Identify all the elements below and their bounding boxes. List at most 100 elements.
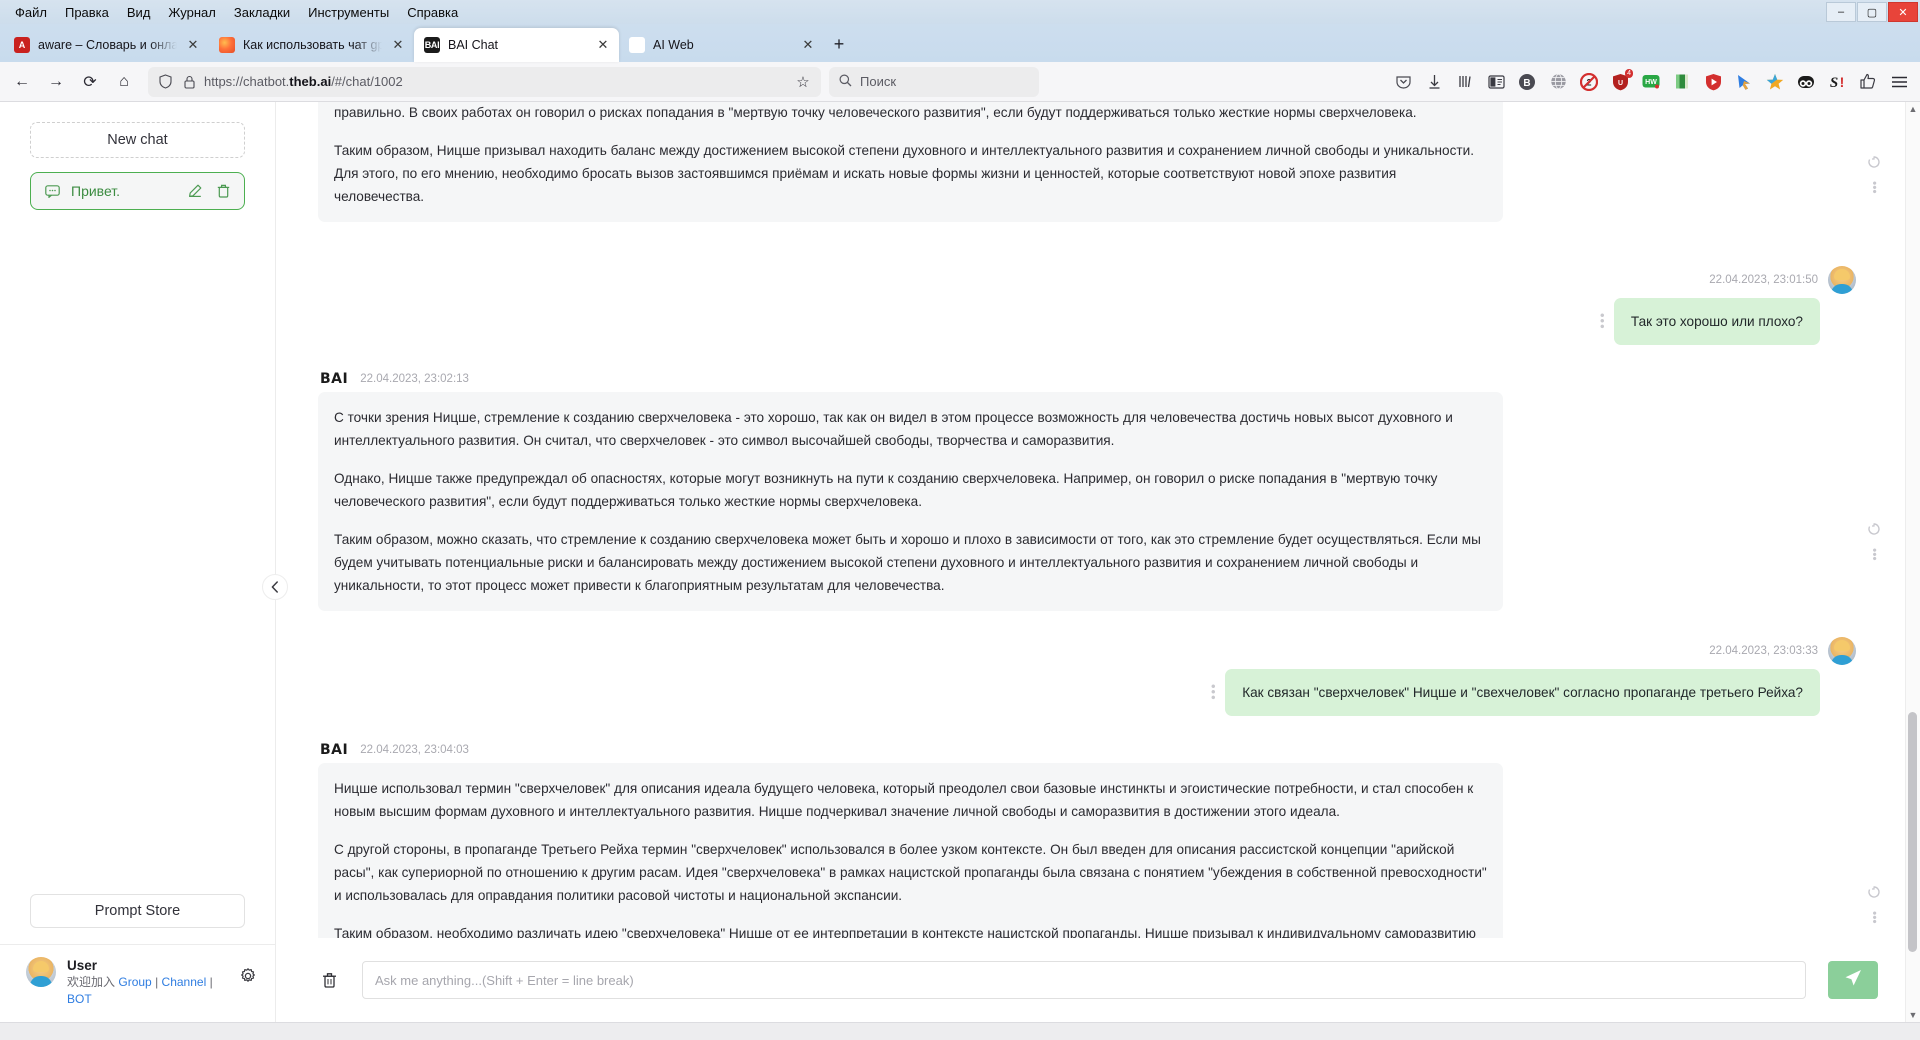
menu-item-history-label: Журнал xyxy=(168,4,216,20)
gear-icon[interactable] xyxy=(237,965,259,987)
pocket-icon[interactable] xyxy=(1388,67,1418,97)
navigation-toolbar: ← → ⟳ ⌂ https://chatbot.theb.ai/#/chat/1… xyxy=(0,62,1920,102)
message-input[interactable]: Ask me anything...(Shift + Enter = line … xyxy=(362,961,1806,999)
chat-list-item-title: Привет. xyxy=(71,183,121,199)
user-bubble-wrap: ••• Так это хорошо или плохо? xyxy=(1595,298,1858,345)
more-vertical-icon[interactable]: ••• xyxy=(1868,911,1882,924)
lock-icon[interactable] xyxy=(180,73,198,91)
notes-icon[interactable] xyxy=(1667,67,1697,97)
minimize-button[interactable]: – xyxy=(1826,2,1856,22)
scrollbar-thumb[interactable] xyxy=(1908,712,1917,952)
menu-item-view[interactable]: Вид xyxy=(118,3,160,22)
adblock-icon[interactable]: 2 xyxy=(1574,67,1604,97)
more-vertical-icon[interactable]: ••• xyxy=(1206,684,1221,701)
menu-item-help[interactable]: Справка xyxy=(398,3,467,22)
page-scrollbar[interactable]: ▲ ▼ xyxy=(1905,102,1920,1022)
more-vertical-icon[interactable]: ••• xyxy=(1595,313,1610,330)
prompt-store-button[interactable]: Prompt Store xyxy=(30,894,245,928)
library-icon[interactable] xyxy=(1450,67,1480,97)
close-icon[interactable]: ✕ xyxy=(800,37,816,53)
link-channel[interactable]: Channel xyxy=(162,975,207,989)
shield-icon[interactable] xyxy=(156,73,174,91)
hamburger-menu-icon[interactable] xyxy=(1884,67,1914,97)
bookmark-star-icon[interactable]: ☆ xyxy=(793,72,813,92)
menu-item-bookmarks-label: Закладки xyxy=(233,4,291,20)
sidebar-collapse-button[interactable] xyxy=(262,574,288,600)
menu-item-edit-label: Правка xyxy=(64,4,109,20)
timestamp: 22.04.2023, 23:02:13 xyxy=(360,373,469,385)
menu-item-bookmarks[interactable]: Закладки xyxy=(225,3,299,22)
browser-window: Файл Правка Вид Журнал Закладки Инструме… xyxy=(0,0,1920,1040)
menu-item-history[interactable]: Журнал xyxy=(159,3,224,22)
tab-ai-web[interactable]: ✹ AI Web ✕ xyxy=(619,28,824,62)
reader-sidebar-icon[interactable] xyxy=(1481,67,1511,97)
scroll-down-icon[interactable]: ▼ xyxy=(1909,1010,1918,1020)
clear-conversation-icon[interactable] xyxy=(318,968,340,992)
chat-list-item[interactable]: Привет. xyxy=(30,172,245,210)
adguard-icon[interactable] xyxy=(1698,67,1728,97)
copy-icon[interactable] xyxy=(1868,156,1880,171)
message-bubble: Так это хорошо или плохо? xyxy=(1613,298,1820,345)
tab-aware[interactable]: A aware – Словарь и онлайн перевод ✕ xyxy=(4,28,209,62)
close-icon[interactable]: ✕ xyxy=(390,37,406,53)
scroll-up-icon[interactable]: ▲ xyxy=(1909,104,1918,114)
welcome-prefix: 欢迎加入 xyxy=(67,975,116,989)
tab-chatgpt-article[interactable]: Как использовать чат gpt беспла ✕ xyxy=(209,28,414,62)
copy-icon[interactable] xyxy=(1868,523,1880,538)
pencil-icon[interactable] xyxy=(186,184,204,198)
search-bar[interactable]: Поиск xyxy=(829,66,1039,97)
tab-title: aware – Словарь и онлайн перевод xyxy=(38,38,177,52)
back-icon[interactable]: ← xyxy=(6,66,38,98)
window-controls: – ▢ ✕ xyxy=(1825,0,1918,24)
star-rating-icon[interactable] xyxy=(1760,67,1790,97)
message-paragraph: С точки зрения Ницше, стремление к созда… xyxy=(334,410,1453,448)
thumbs-up-icon[interactable] xyxy=(1853,67,1883,97)
more-vertical-icon[interactable]: ••• xyxy=(1868,181,1882,194)
url-prefix: https://chatbot. xyxy=(204,74,290,89)
chat-main: Однако, Ницше также предупреждал о возмо… xyxy=(276,102,1920,1022)
extension-tray: B 2 U 4 HW xyxy=(1388,67,1914,97)
url-bar[interactable]: https://chatbot.theb.ai/#/chat/1002 ☆ xyxy=(148,66,821,97)
bitwarden-icon[interactable]: B xyxy=(1512,67,1542,97)
firefox-icon xyxy=(219,37,235,53)
home-icon[interactable]: ⌂ xyxy=(108,66,140,98)
close-icon[interactable]: ✕ xyxy=(185,37,201,53)
svg-text:!: ! xyxy=(1840,74,1845,90)
menu-item-tools[interactable]: Инструменты xyxy=(299,3,398,22)
link-group[interactable]: Group xyxy=(118,975,151,989)
tab-bai-chat[interactable]: BAI BAI Chat ✕ xyxy=(414,28,619,62)
close-window-button[interactable]: ✕ xyxy=(1888,2,1918,22)
link-bot[interactable]: BOT xyxy=(67,992,92,1006)
menu-item-file[interactable]: Файл xyxy=(6,3,56,22)
maximize-button[interactable]: ▢ xyxy=(1857,2,1887,22)
bai-icon: BAI xyxy=(424,37,440,53)
panda-icon[interactable] xyxy=(1791,67,1821,97)
new-chat-button[interactable]: New chat xyxy=(30,122,245,158)
more-vertical-icon[interactable]: ••• xyxy=(1868,548,1882,561)
new-tab-button[interactable]: + xyxy=(824,29,854,59)
message-text: Так это хорошо или плохо? xyxy=(1630,314,1803,329)
downloads-icon[interactable] xyxy=(1419,67,1449,97)
avatar xyxy=(26,957,56,987)
savefrom-icon[interactable]: S! xyxy=(1822,67,1852,97)
shield-guard-icon[interactable]: U 4 xyxy=(1605,67,1635,97)
homework-icon[interactable]: HW xyxy=(1636,67,1666,97)
reload-icon[interactable]: ⟳ xyxy=(74,66,106,98)
send-button[interactable] xyxy=(1828,961,1878,999)
message-bubble: Однако, Ницше также предупреждал о возмо… xyxy=(318,102,1503,222)
message-user: 22.04.2023, 23:03:33 ••• Как связан "све… xyxy=(276,637,1896,716)
pointer-icon[interactable] xyxy=(1729,67,1759,97)
copy-icon[interactable] xyxy=(1868,886,1880,901)
message-actions: ••• xyxy=(1868,886,1882,924)
user-message-header: 22.04.2023, 23:01:50 xyxy=(1709,266,1856,294)
menu-item-edit[interactable]: Правка xyxy=(56,3,118,22)
search-icon xyxy=(839,74,852,90)
forward-icon[interactable]: → xyxy=(40,66,72,98)
close-icon[interactable]: ✕ xyxy=(595,37,611,53)
message-scroll-area[interactable]: Однако, Ницше также предупреждал о возмо… xyxy=(276,102,1920,938)
svg-text:U: U xyxy=(1617,80,1622,87)
trash-icon[interactable] xyxy=(214,184,232,198)
globe-translate-icon[interactable] xyxy=(1543,67,1573,97)
badge-count: 4 xyxy=(1625,68,1633,78)
